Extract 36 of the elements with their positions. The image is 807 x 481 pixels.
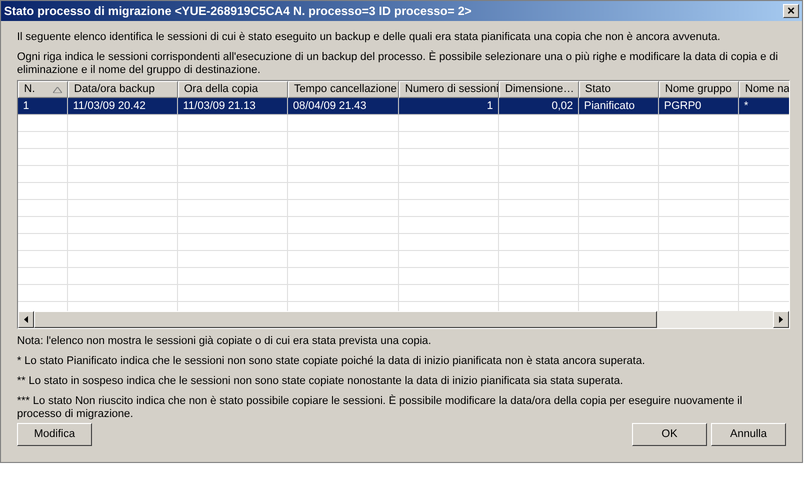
scroll-right-button[interactable] bbox=[773, 311, 789, 328]
close-button[interactable]: × bbox=[783, 4, 799, 18]
table-cell: 0,02 bbox=[552, 100, 573, 112]
sort-arrow-icon bbox=[53, 87, 62, 93]
table-cell: 11/03/09 20.42 bbox=[73, 100, 146, 112]
note-text: * Lo stato Pianificato indica che le sessioni non sono state copiate poiché la data di inizio pianificata non è stata ancora superata. bbox=[17, 355, 646, 368]
column-header[interactable]: Tempo cancellazione bbox=[288, 81, 399, 98]
note-text: ** Lo stato in sospeso indica che le sessioni non sono state copiate nonostante la data di inizio pianificata sia stata superata. bbox=[17, 375, 624, 388]
table-cell: 08/04/09 21.43 bbox=[293, 100, 366, 112]
column-header[interactable]: N. bbox=[18, 81, 68, 98]
dialog-button[interactable]: Modifica bbox=[17, 423, 92, 446]
column-header[interactable]: Stato bbox=[579, 81, 659, 98]
dialog-button[interactable]: OK bbox=[632, 423, 707, 446]
table-cell: * bbox=[744, 100, 748, 112]
scroll-thumb[interactable] bbox=[34, 311, 657, 328]
note-text: Nota: l'elenco non mostra le sessioni già copiate o di cui era stata prevista una copia. bbox=[17, 335, 432, 348]
table-cell: PGRP0 bbox=[664, 100, 702, 112]
column-header[interactable]: Dimensione… bbox=[499, 81, 579, 98]
description-text: Il seguente elenco identifica le sessioni di cui è stato eseguito un backup e delle quali era stata pianificata una copia che non è ancora avvenuta. bbox=[17, 31, 722, 44]
note-text: *** Lo stato Non riuscito indica che non è stato possibile copiare le sessioni. È possibile modificare la data/ora della copia per eseguire nuovamente il processo di migrazione. bbox=[17, 395, 744, 421]
scroll-left-button[interactable] bbox=[18, 311, 34, 328]
table-cell: 1 bbox=[486, 100, 493, 112]
left-arrow-icon bbox=[24, 316, 28, 323]
column-header[interactable]: Numero di sessioni bbox=[399, 81, 499, 98]
window-title: Stato processo di migrazione <YUE-268919C5CA4 N. processo=3 ID processo= 2> bbox=[4, 3, 472, 20]
table-cell: 1 bbox=[23, 100, 30, 112]
right-arrow-icon bbox=[779, 316, 783, 323]
table-row[interactable]: 1 11/03/09 20.42 11/03/09 21.13 08/04/09 21.43 1 0,02 Pianificato PGRP0 * bbox=[18, 98, 789, 115]
table-cell: Pianificato bbox=[584, 100, 635, 112]
table-cell: 11/03/09 21.13 bbox=[183, 100, 256, 112]
horizontal-scrollbar[interactable] bbox=[18, 311, 789, 328]
dialog-button[interactable]: Annulla bbox=[711, 423, 786, 446]
description-text: Ogni riga indica le sessioni corrispondenti all'esecuzione di un backup del processo. È possibile selezionare una o più righe e modificare la data di copia e di eliminazione e il nome del gruppo di destinazione. bbox=[17, 51, 779, 77]
column-header[interactable]: Nome gruppo bbox=[659, 81, 739, 98]
column-header[interactable]: Data/ora backup bbox=[68, 81, 178, 98]
column-header[interactable]: Ora della copia bbox=[178, 81, 288, 98]
